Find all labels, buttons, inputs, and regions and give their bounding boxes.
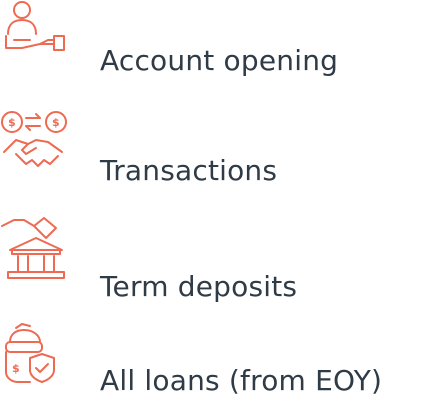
feature-item-transactions: $ $ Transactions [0, 108, 443, 198]
feature-label: Term deposits [100, 270, 298, 303]
svg-text:$: $ [8, 116, 16, 129]
exchange-handshake-icon: $ $ [1, 111, 67, 167]
feature-list: Account opening $ $ Transactions Term de… [0, 0, 443, 404]
feature-item-all-loans: $ All loans (from EOY) [0, 322, 443, 404]
account-user-hand-icon [5, 1, 65, 51]
svg-text:$: $ [52, 116, 60, 129]
feature-label: Account opening [100, 44, 339, 77]
feature-item-term-deposits: Term deposits [0, 216, 443, 306]
loan-shield-icon: $ [5, 323, 55, 383]
svg-text:$: $ [12, 362, 20, 375]
bank-deposit-icon [1, 217, 65, 279]
feature-item-account-opening: Account opening [0, 0, 443, 90]
feature-label: All loans (from EOY) [100, 364, 383, 397]
feature-label: Transactions [100, 154, 278, 187]
